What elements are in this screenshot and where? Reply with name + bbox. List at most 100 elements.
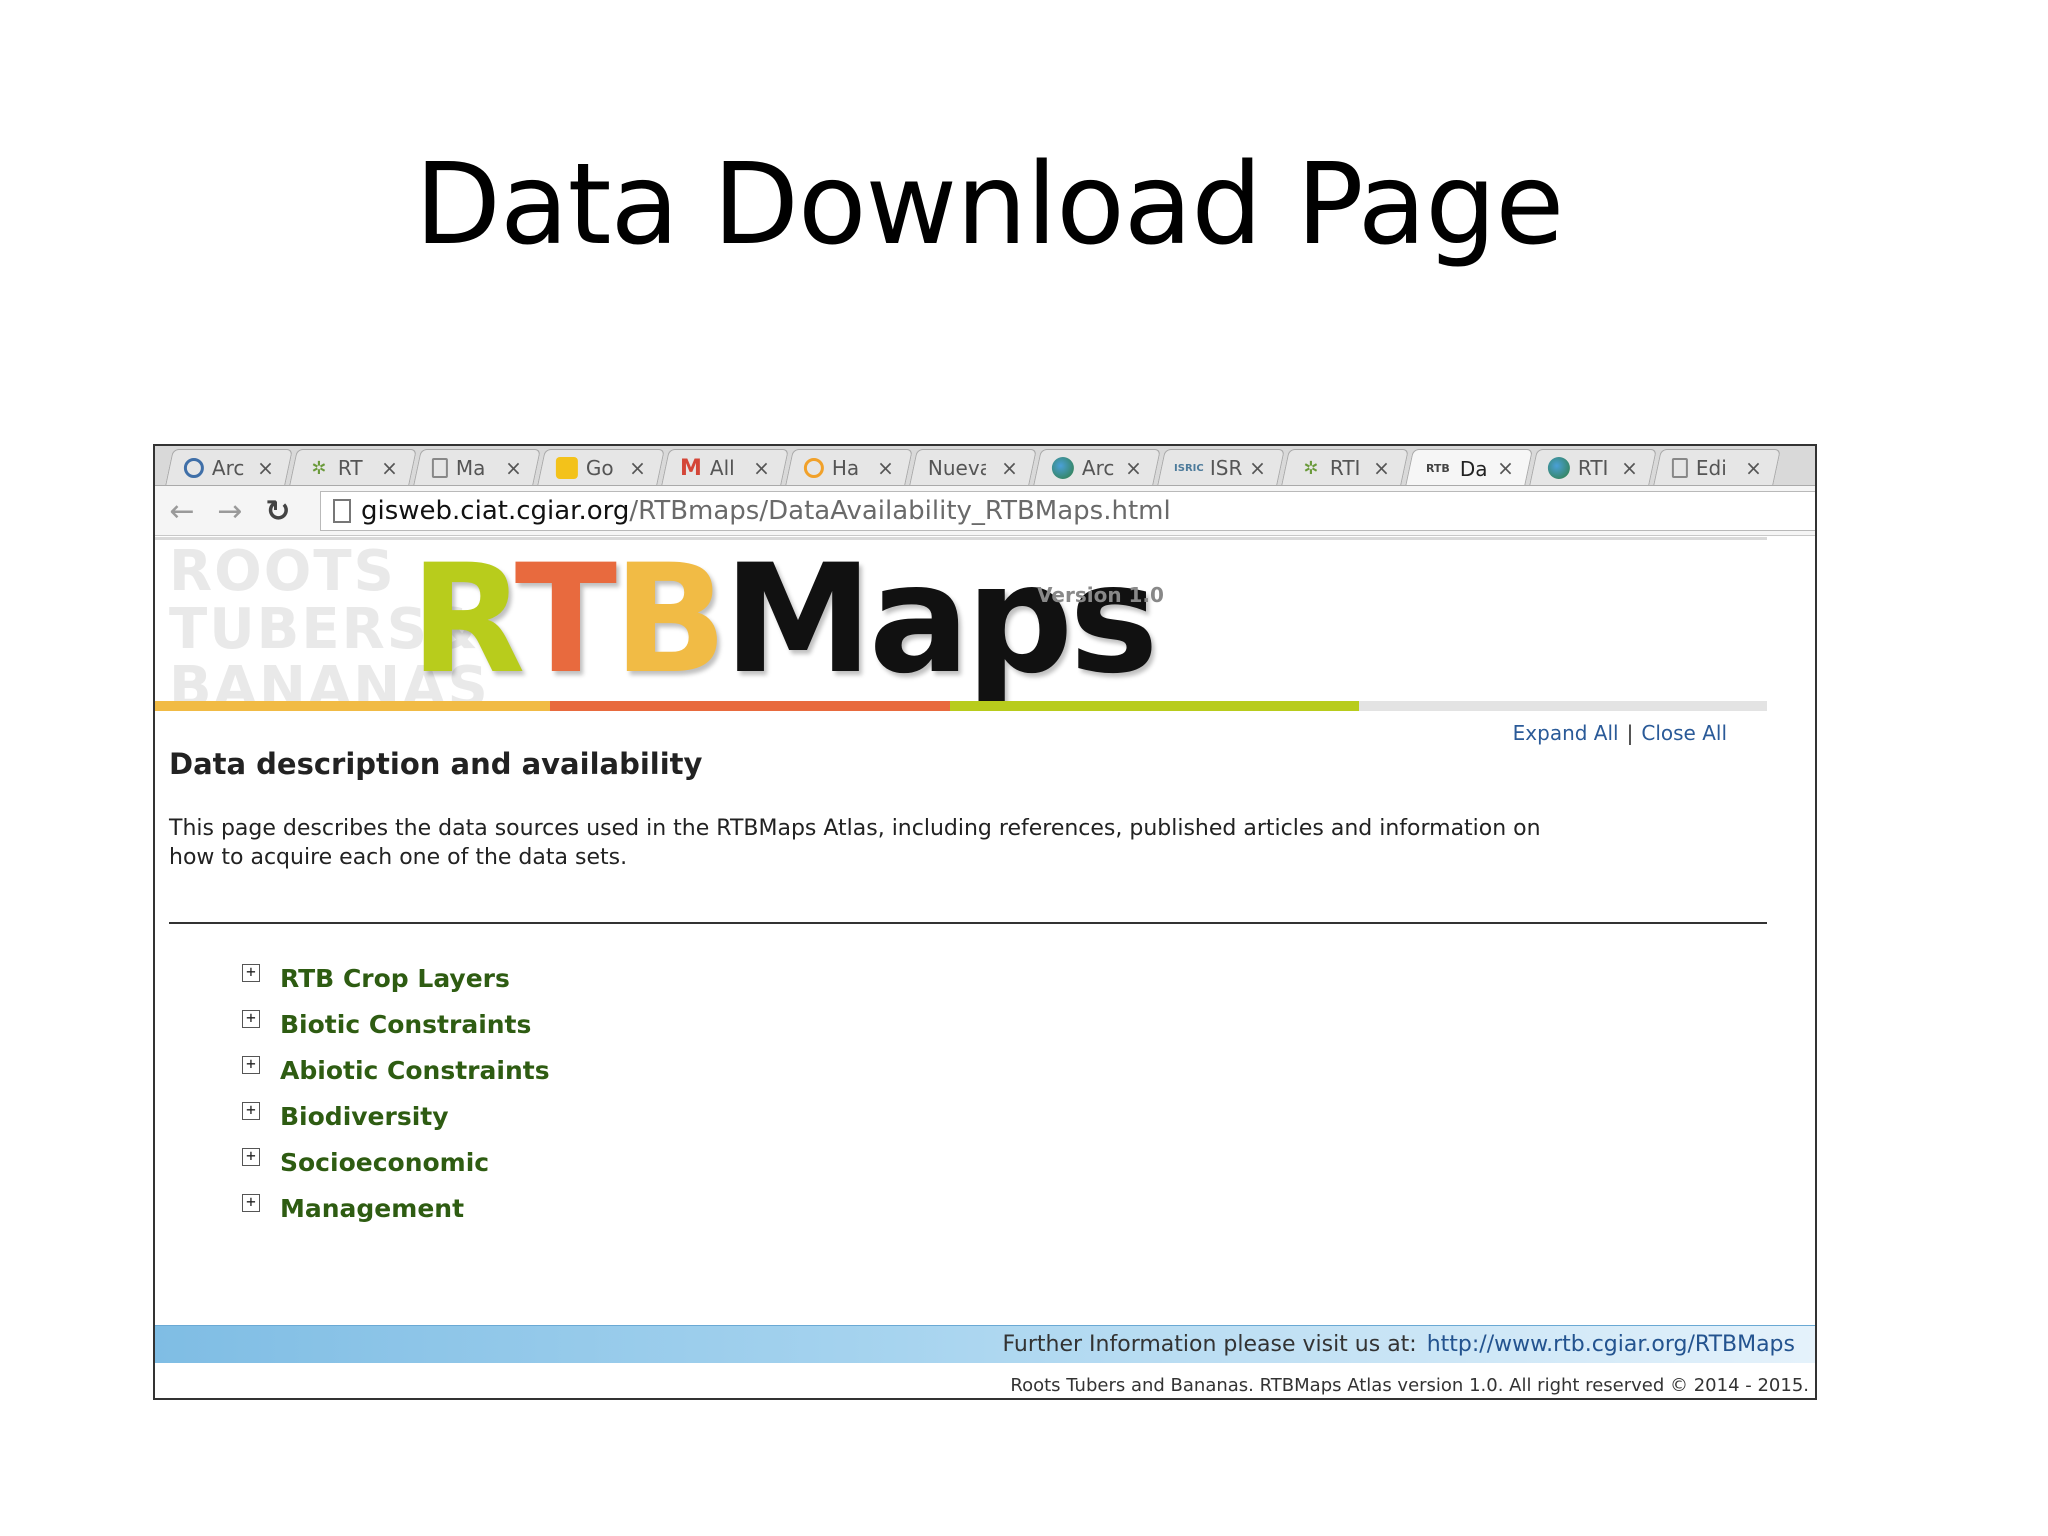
browser-tab-active[interactable]: RTB Da × — [1404, 449, 1534, 485]
close-icon[interactable]: × — [1001, 456, 1018, 480]
header-color-bar — [155, 701, 1767, 711]
plant-icon: ✲ — [311, 457, 327, 479]
category-biodiversity[interactable]: + Biodiversity — [242, 1093, 550, 1139]
url-host: gisweb.ciat.cgiar.org — [361, 496, 630, 526]
arrow-left-icon: ← — [169, 493, 195, 529]
globe-icon — [1547, 457, 1570, 479]
version-label: Version 1.0 — [1037, 583, 1164, 607]
watermark-line: TUBERS& — [169, 597, 480, 662]
close-icon[interactable]: × — [381, 456, 398, 480]
category-rtb-crop-layers[interactable]: + RTB Crop Layers — [242, 955, 550, 1001]
browser-tab[interactable]: Arc × — [165, 449, 293, 485]
category-abiotic-constraints[interactable]: + Abiotic Constraints — [242, 1047, 550, 1093]
link-separator: | — [1626, 721, 1634, 745]
browser-tab[interactable]: ✲ RT × — [289, 449, 417, 485]
expand-plus-icon[interactable]: + — [242, 1010, 260, 1028]
category-label[interactable]: Biodiversity — [280, 1102, 449, 1131]
forward-button[interactable]: → — [213, 494, 247, 529]
close-icon[interactable]: × — [877, 456, 894, 480]
web-page: ROOTS TUBERS& BANANAS RTBMaps Version 1.… — [155, 537, 1815, 1398]
category-label[interactable]: Biotic Constraints — [280, 1010, 531, 1039]
expand-plus-icon[interactable]: + — [242, 1056, 260, 1074]
expand-plus-icon[interactable]: + — [242, 1194, 260, 1212]
tab-label: Arc — [1081, 456, 1115, 480]
address-bar[interactable]: gisweb.ciat.cgiar.org/RTBmaps/DataAvaila… — [320, 491, 1815, 531]
category-list: + RTB Crop Layers + Biotic Constraints +… — [242, 955, 550, 1231]
tab-label: Go — [585, 456, 614, 480]
logo-word-maps: Maps — [723, 533, 1158, 707]
close-icon[interactable]: × — [1249, 456, 1266, 480]
document-icon — [431, 458, 448, 478]
expand-all-link[interactable]: Expand All — [1513, 721, 1619, 745]
tab-label: Ma — [455, 456, 486, 480]
watermark-line: ROOTS — [169, 539, 396, 604]
close-icon[interactable]: × — [753, 456, 770, 480]
close-icon[interactable]: × — [1621, 456, 1638, 480]
footer-text: Further Information please visit us at: — [1002, 1332, 1417, 1357]
back-button[interactable]: ← — [165, 493, 199, 529]
bar-segment-green — [950, 701, 1359, 711]
page-description: This page describes the data sources use… — [169, 816, 1541, 870]
browser-tab[interactable]: ISRIC ISR × — [1157, 449, 1285, 485]
browser-tab[interactable]: ✲ RTI × — [1281, 449, 1409, 485]
tab-label: Arc — [211, 456, 245, 480]
gmail-icon: M — [679, 455, 702, 481]
expand-plus-icon[interactable]: + — [242, 1148, 260, 1166]
category-label[interactable]: Abiotic Constraints — [280, 1056, 550, 1085]
category-biotic-constraints[interactable]: + Biotic Constraints — [242, 1001, 550, 1047]
arcgis-icon — [183, 458, 204, 478]
close-icon[interactable]: × — [257, 456, 274, 480]
reload-button[interactable]: ↻ — [261, 493, 295, 529]
expand-plus-icon[interactable]: + — [242, 1102, 260, 1120]
bar-segment-orange — [550, 701, 950, 711]
isric-icon: ISRIC — [1174, 462, 1204, 474]
close-icon[interactable]: × — [1125, 456, 1142, 480]
reload-icon: ↻ — [265, 493, 291, 529]
bar-segment-grey — [1359, 701, 1767, 711]
browser-tab[interactable]: Go × — [537, 449, 665, 485]
logo-watermark: ROOTS TUBERS& BANANAS — [169, 539, 488, 717]
rtb-icon: RTB — [1425, 462, 1450, 475]
tab-label: Da — [1459, 456, 1488, 481]
category-label[interactable]: RTB Crop Layers — [280, 964, 510, 993]
category-management[interactable]: + Management — [242, 1185, 550, 1231]
expand-plus-icon[interactable]: + — [242, 964, 260, 982]
document-icon — [1671, 458, 1688, 478]
bulb-icon — [555, 457, 578, 479]
footer-info-bar: Further Information please visit us at: … — [155, 1325, 1815, 1363]
close-icon[interactable]: × — [1497, 456, 1514, 480]
tab-label: Edi — [1695, 456, 1727, 480]
logo-letter-t: T — [514, 533, 617, 707]
browser-tab[interactable]: Nueva × — [909, 449, 1037, 485]
close-all-link[interactable]: Close All — [1641, 721, 1727, 745]
browser-tab[interactable]: RTI × — [1529, 449, 1657, 485]
tab-label: Nueva — [927, 456, 986, 480]
tab-label: ISR — [1209, 456, 1243, 480]
browser-tab[interactable]: Arc × — [1033, 449, 1161, 485]
tab-label: All — [709, 456, 735, 480]
browser-tab[interactable]: Ma × — [413, 449, 541, 485]
close-icon[interactable]: × — [505, 456, 522, 480]
bar-segment-yellow — [155, 701, 550, 711]
close-icon[interactable]: × — [1745, 456, 1762, 480]
footer-link[interactable]: http://www.rtb.cgiar.org/RTBMaps — [1427, 1332, 1795, 1357]
logo-letter-r: R — [410, 533, 519, 707]
browser-tab[interactable]: M All × — [661, 449, 789, 485]
globe-icon — [1051, 457, 1074, 479]
url-path: /RTBmaps/DataAvailability_RTBMaps.html — [629, 496, 1171, 526]
slide-title: Data Download Page — [414, 140, 1564, 270]
close-icon[interactable]: × — [629, 456, 646, 480]
tab-label: RTI — [1577, 456, 1609, 480]
category-socioeconomic[interactable]: + Socioeconomic — [242, 1139, 550, 1185]
close-icon[interactable]: × — [1373, 456, 1390, 480]
rtbmaps-logo: RTBMaps — [410, 545, 1159, 695]
logo-letter-b: B — [613, 533, 727, 707]
swirl-icon — [803, 458, 824, 478]
category-label[interactable]: Management — [280, 1194, 464, 1223]
browser-tab[interactable]: Edi × — [1653, 449, 1781, 485]
copyright-text: Roots Tubers and Bananas. RTBMaps Atlas … — [1010, 1375, 1809, 1396]
browser-tab[interactable]: Ha × — [785, 449, 913, 485]
tab-label: RT — [337, 456, 363, 480]
category-label[interactable]: Socioeconomic — [280, 1148, 489, 1177]
page-heading: Data description and availability — [169, 747, 703, 781]
